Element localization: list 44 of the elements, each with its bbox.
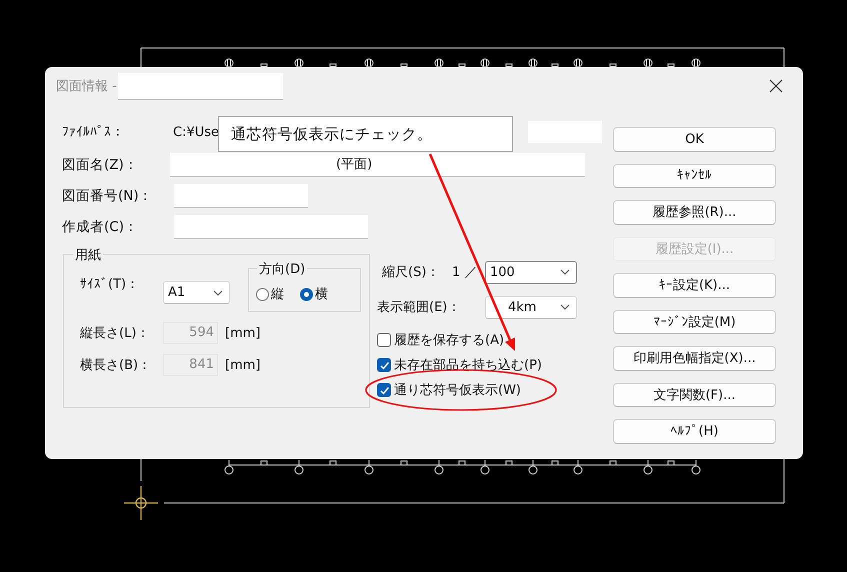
drawing-name-field[interactable]: (平面)	[170, 153, 585, 177]
group-label: 方向(D)	[257, 260, 308, 278]
dimension-label: 横長さ(B)：	[80, 357, 152, 374]
dialog-button[interactable]: 印刷用色幅指定(X)...	[613, 346, 776, 370]
range-label: 表示範囲(E)：	[377, 299, 462, 316]
field-label: ﾌｧｲﾙﾊﾟｽ：	[62, 124, 126, 140]
group-label: 用紙	[73, 246, 103, 264]
author-field[interactable]	[174, 215, 368, 239]
check-icon	[378, 360, 390, 370]
dialog-button[interactable]: 文字関数(F)...	[613, 382, 776, 407]
dialog-button[interactable]: 履歴参照(R)...	[613, 200, 776, 224]
dialog-button[interactable]: ﾍﾙﾌﾟ(H)	[613, 419, 776, 444]
checkbox-option[interactable]: 通り芯符号仮表示(W)	[377, 380, 587, 400]
dialog-button[interactable]: OK	[613, 127, 776, 152]
scale-prefix: 1 ／	[452, 264, 478, 281]
field-label: 図面名(Z)：	[62, 156, 139, 174]
dialog-button[interactable]: ｷｰ設定(K)...	[613, 273, 776, 298]
dialog-button[interactable]: ﾏｰｼﾞﾝ設定(M)	[613, 310, 776, 334]
close-icon[interactable]	[769, 79, 783, 93]
scale-dropdown[interactable]: 100	[485, 260, 577, 284]
dimension-field: 841	[163, 354, 218, 376]
size-label: ｻｲｽﾞ(T)：	[80, 276, 140, 293]
chevron-down-icon	[213, 290, 223, 296]
radio-option[interactable]: 縦	[256, 285, 284, 303]
range-dropdown[interactable]: 4km	[485, 296, 577, 318]
chevron-down-icon	[560, 269, 570, 275]
file-path-text: C:¥Use	[173, 124, 220, 140]
dimension-label: 縦長さ(L)：	[80, 325, 150, 342]
unit-label: [mm]	[225, 326, 260, 340]
annotation-callout: 通芯符号仮表示にチェック。	[218, 116, 513, 152]
origin-marker-icon	[124, 486, 158, 520]
radio-option[interactable]: 横	[300, 285, 328, 303]
field-label: 図面番号(N)：	[62, 187, 154, 205]
window-title: 図面情報 -	[56, 78, 117, 95]
scale-label: 縮尺(S)：	[381, 264, 440, 281]
dialog-button[interactable]: ｷｬﾝｾﾙ	[613, 164, 776, 188]
field-label: 作成者(C)：	[62, 218, 139, 236]
size-dropdown[interactable]: A1	[163, 281, 230, 304]
checkbox-option[interactable]: 履歴を保存する(A)	[377, 330, 587, 350]
check-icon	[378, 384, 390, 396]
unit-label: [mm]	[225, 358, 260, 372]
drawing-number-field[interactable]	[174, 184, 308, 208]
dimension-field: 594	[163, 322, 218, 344]
chevron-down-icon	[560, 304, 570, 310]
